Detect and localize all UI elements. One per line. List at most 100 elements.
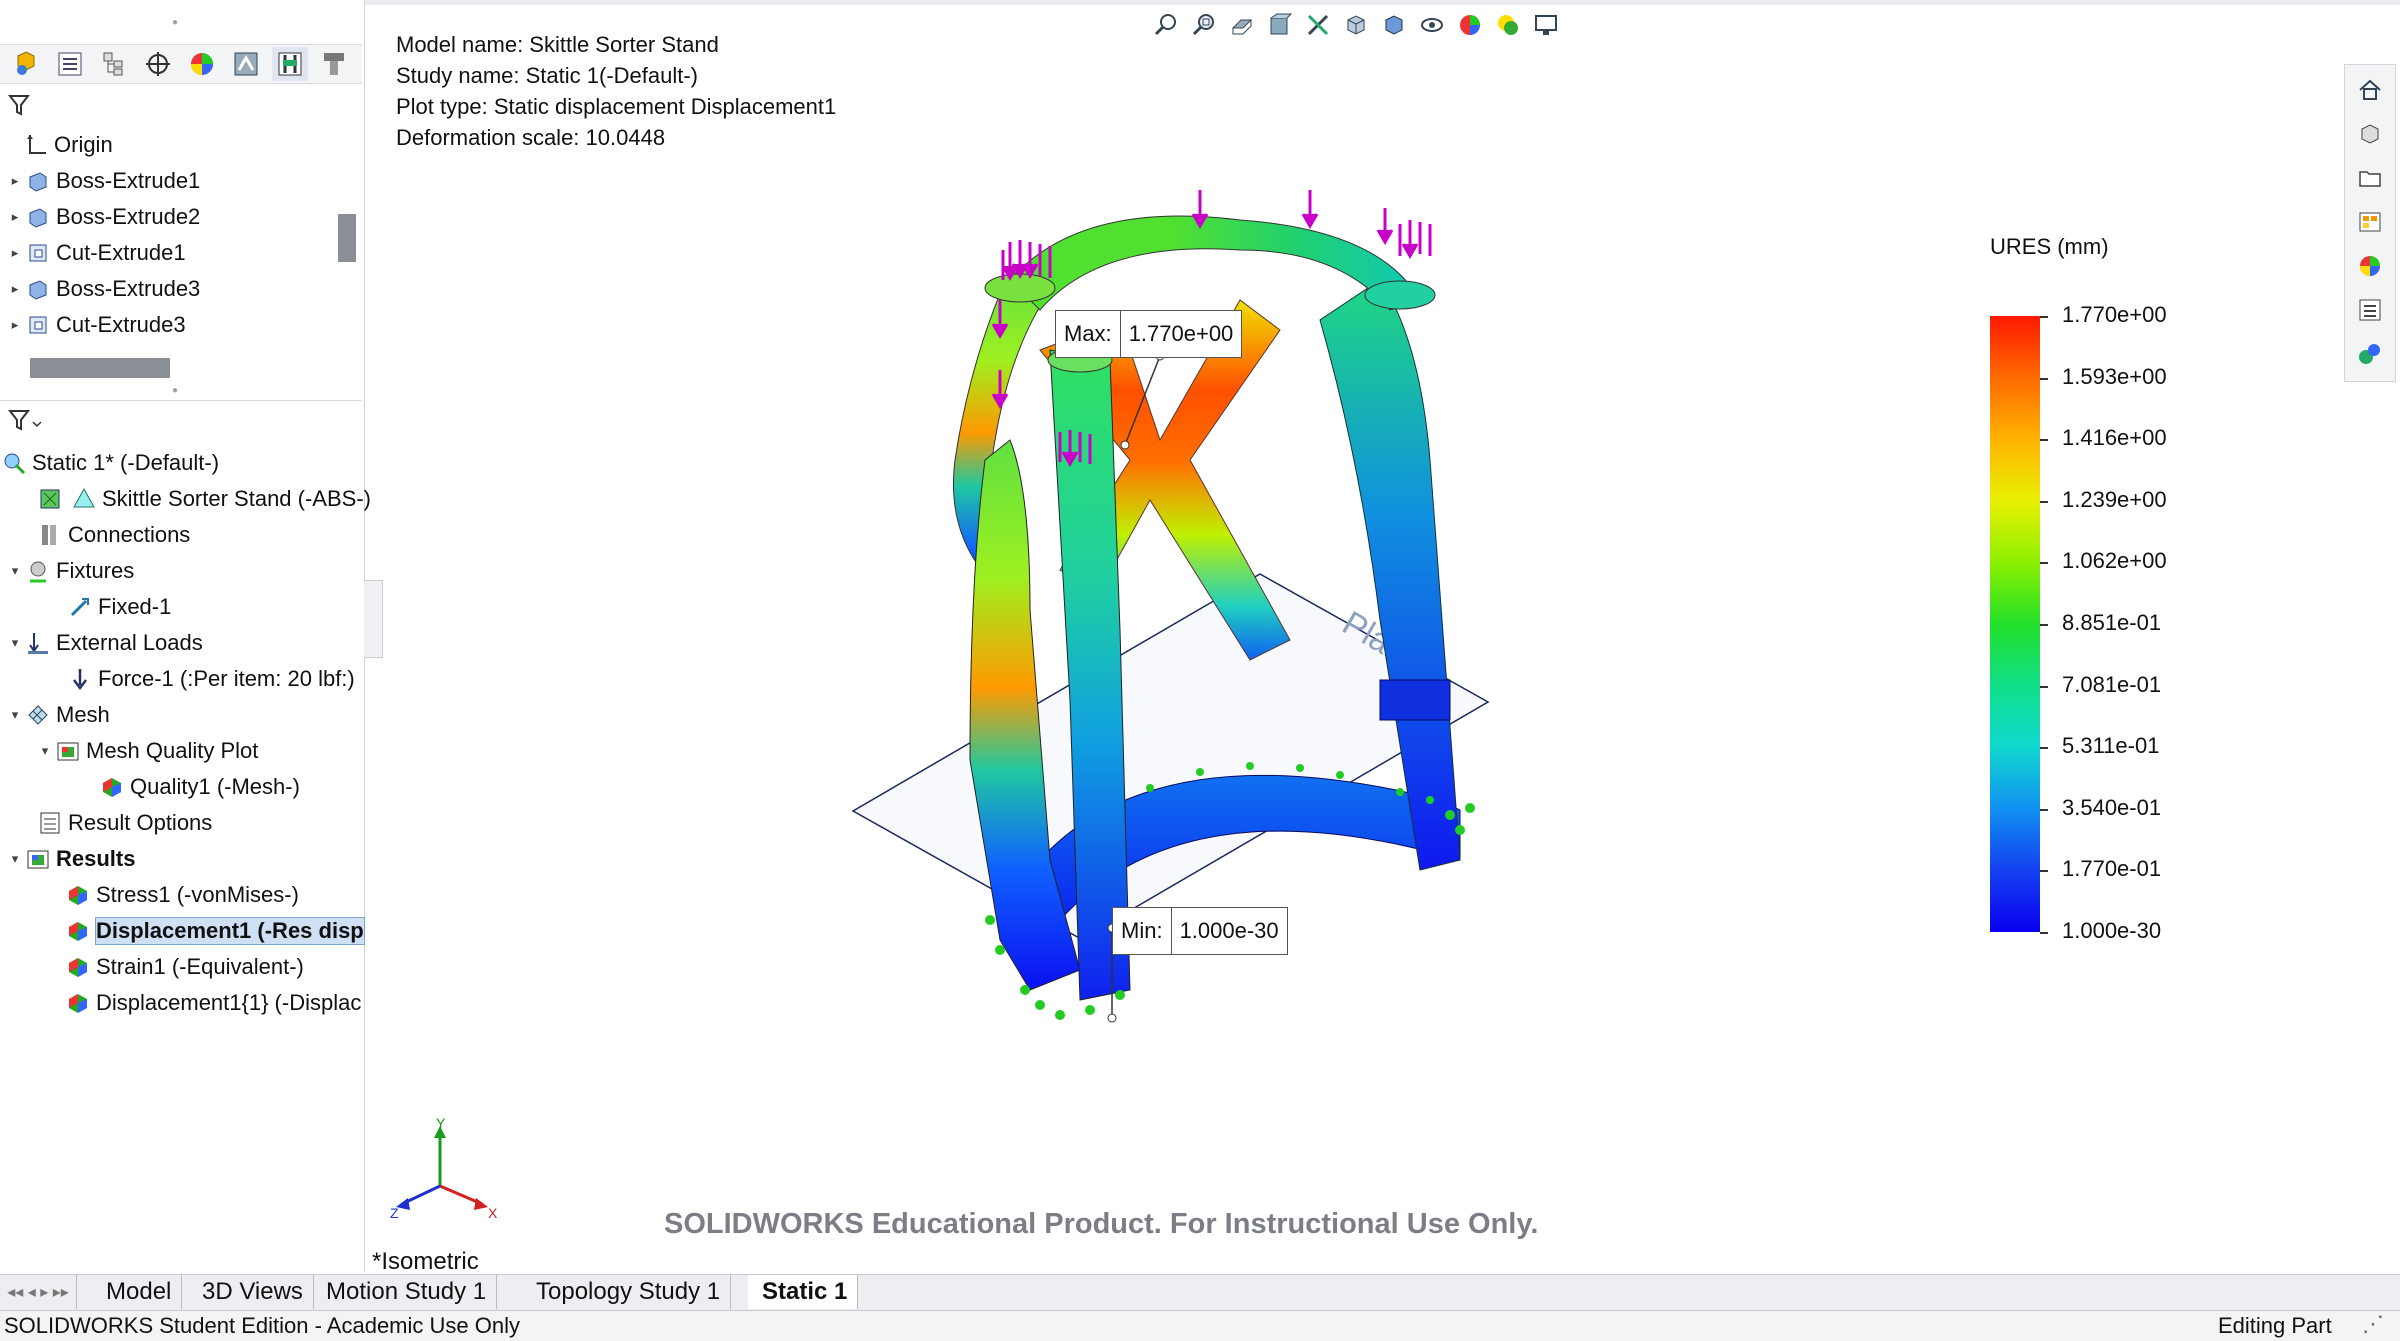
model-name-text: Model name: Skittle Sorter Stand: [396, 32, 719, 57]
legend-tick: [2040, 562, 2048, 565]
expand-caret-icon[interactable]: ▸: [8, 317, 22, 333]
view-orientation-icon[interactable]: [1340, 9, 1372, 41]
plot-folder-icon: [57, 742, 79, 761]
tree-item-cut-extrude1[interactable]: ▸ Cut-Extrude1: [8, 236, 186, 270]
y-axis-label: Y: [436, 1118, 446, 1131]
simulation-icon[interactable]: [2351, 335, 2389, 373]
origin-icon: [27, 135, 46, 154]
tree-item-result-options[interactable]: Result Options: [34, 806, 212, 840]
tree-item-quality1[interactable]: Quality1 (-Mesh-): [96, 770, 300, 804]
x-axis-label: X: [488, 1205, 498, 1221]
tree-item-label: Strain1 (-Equivalent-): [96, 954, 304, 979]
splitter-grip-middle[interactable]: ●: [170, 386, 180, 396]
simulation-manager-tab[interactable]: [272, 47, 308, 81]
min-key-label: Min:: [1113, 908, 1172, 954]
expand-caret-icon[interactable]: ▸: [8, 173, 22, 189]
max-value-callout[interactable]: Max: 1.770e+00: [1055, 310, 1243, 358]
tab-topology-study-1[interactable]: Topology Study 1: [516, 1275, 732, 1309]
feature-manager-tab[interactable]: [8, 47, 44, 81]
apply-scene-icon[interactable]: [1492, 9, 1524, 41]
min-value-callout[interactable]: Min: 1.000e-30: [1112, 907, 1288, 955]
legend-color-bar[interactable]: [1990, 316, 2040, 932]
tree-item-cut-extrude3[interactable]: ▸ Cut-Extrude3: [8, 308, 186, 342]
expand-caret-icon[interactable]: ▸: [8, 209, 22, 225]
view-settings-icon[interactable]: [1530, 9, 1562, 41]
expand-caret-icon[interactable]: ▸: [8, 245, 22, 261]
tree-item-mesh[interactable]: ▾ Mesh: [8, 698, 110, 732]
legend-tick: [2040, 439, 2048, 442]
section-view-icon[interactable]: [1264, 9, 1296, 41]
tree-item-displacement1[interactable]: Displacement1 (-Res disp: [62, 914, 365, 948]
tab-model[interactable]: Model: [96, 1275, 183, 1309]
expand-caret-icon[interactable]: ▸: [8, 281, 22, 297]
legend-value-label: 1.062e+00: [2062, 548, 2167, 574]
folder-icon[interactable]: [2351, 159, 2389, 197]
tree-item-label: Boss-Extrude2: [56, 204, 201, 229]
displacement-plot-icon: [69, 994, 87, 1013]
hide-show-icon[interactable]: [1416, 9, 1448, 41]
configuration-manager-tab[interactable]: [96, 47, 132, 81]
tree-item-results[interactable]: ▾ Results: [8, 842, 136, 876]
feature-filter[interactable]: [0, 86, 362, 124]
resize-grip-icon[interactable]: ⋰: [2362, 1311, 2384, 1337]
feature-tree-horizontal-scrollbar[interactable]: [30, 358, 170, 378]
tree-item-fixed-1[interactable]: Fixed-1: [64, 590, 171, 624]
tree-item-force-1[interactable]: Force-1 (:Per item: 20 lbf:): [64, 662, 355, 696]
extra-manager-tab[interactable]: [316, 47, 352, 81]
tree-item-label: Mesh: [56, 702, 110, 727]
dynamic-annotation-icon[interactable]: [1302, 9, 1334, 41]
tree-item-part[interactable]: Skittle Sorter Stand (-ABS-): [34, 482, 371, 516]
tree-item-strain1[interactable]: Strain1 (-Equivalent-): [62, 950, 304, 984]
3d-box-icon[interactable]: [2351, 115, 2389, 153]
collapse-caret-icon[interactable]: ▾: [38, 743, 52, 759]
previous-view-icon[interactable]: [1226, 9, 1258, 41]
connections-icon: [42, 525, 56, 545]
custom-properties-icon[interactable]: [2351, 291, 2389, 329]
zoom-to-fit-icon[interactable]: [1150, 9, 1182, 41]
splitter-grip-top[interactable]: ●: [170, 18, 180, 28]
view-palette-icon[interactable]: [2351, 203, 2389, 241]
collapse-caret-icon[interactable]: ▾: [8, 635, 22, 651]
tree-item-displacement1-1[interactable]: Displacement1{1} (-Displac: [62, 986, 361, 1020]
display-style-icon[interactable]: [1378, 9, 1410, 41]
feature-tree-vertical-scrollbar[interactable]: [338, 214, 356, 262]
property-manager-tab[interactable]: [52, 47, 88, 81]
tree-item-stress1[interactable]: Stress1 (-vonMises-): [62, 878, 299, 912]
tree-item-fixtures[interactable]: ▾ Fixtures: [8, 554, 135, 588]
extrude-feature-icon: [29, 172, 47, 192]
zoom-area-icon[interactable]: [1188, 9, 1220, 41]
tree-item-external-loads[interactable]: ▾ External Loads: [8, 626, 203, 660]
edit-appearance-icon[interactable]: [1454, 9, 1486, 41]
tab-scroll-arrows[interactable]: ◂◂ ◂ ▸ ▸▸: [0, 1275, 77, 1309]
fixed-geometry-icon: [70, 598, 89, 617]
tree-item-mesh-quality-plot[interactable]: ▾ Mesh Quality Plot: [38, 734, 259, 768]
collapse-caret-icon[interactable]: ▾: [8, 707, 22, 723]
display-manager-tab[interactable]: [184, 47, 220, 81]
tree-item-boss-extrude1[interactable]: ▸ Boss-Extrude1: [8, 164, 201, 198]
tree-item-label: Cut-Extrude1: [56, 240, 186, 265]
appearances-icon[interactable]: [2351, 247, 2389, 285]
legend-value-label: 3.540e-01: [2062, 794, 2162, 820]
filter-icon[interactable]: [8, 408, 42, 432]
collapse-caret-icon[interactable]: ▾: [8, 851, 22, 867]
tree-item-study[interactable]: Static 1* (-Default-): [2, 446, 219, 480]
home-icon[interactable]: [2351, 71, 2389, 109]
mesh-icon: [28, 705, 48, 725]
cam-manager-tab[interactable]: [228, 47, 264, 81]
tree-item-label: Boss-Extrude1: [56, 168, 201, 193]
study-filter[interactable]: [0, 400, 362, 438]
tree-item-boss-extrude2[interactable]: ▸ Boss-Extrude2: [8, 200, 201, 234]
collapse-caret-icon[interactable]: ▾: [8, 563, 22, 579]
dimxpert-manager-tab[interactable]: [140, 47, 176, 81]
tab-3d-views[interactable]: 3D Views: [192, 1275, 314, 1309]
filter-icon[interactable]: [8, 93, 30, 117]
tab-motion-study-1[interactable]: Motion Study 1: [316, 1275, 498, 1309]
legend-tick: [2040, 870, 2048, 873]
tree-item-origin[interactable]: Origin: [20, 128, 113, 162]
tree-item-boss-extrude3[interactable]: ▸ Boss-Extrude3: [8, 272, 201, 306]
max-leader-line: [1120, 351, 1165, 450]
pane-collapse-handle[interactable]: [364, 580, 383, 658]
deformation-scale-text: Deformation scale: 10.0448: [396, 125, 666, 150]
tab-static-1[interactable]: Static 1: [748, 1275, 859, 1309]
tree-item-connections[interactable]: Connections: [34, 518, 190, 552]
